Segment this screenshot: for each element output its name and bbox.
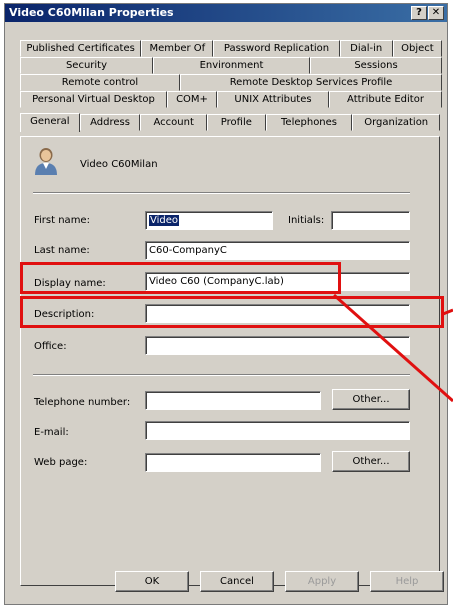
- annotation-arrows: [333, 293, 453, 403]
- annotation-arrow: [333, 293, 453, 403]
- annotation-arrow: [442, 308, 453, 316]
